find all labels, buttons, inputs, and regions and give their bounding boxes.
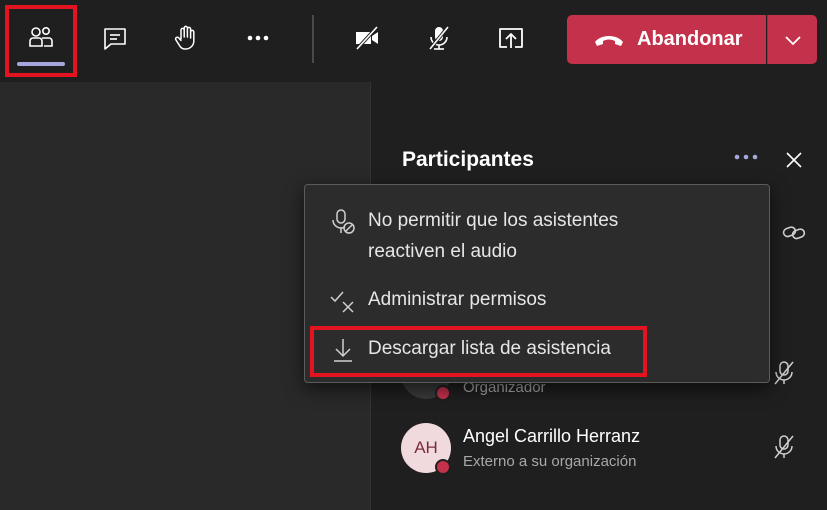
participant-row[interactable]: AH Angel Carrillo Herranz Externo a su o… xyxy=(401,418,821,478)
mic-off-icon xyxy=(428,25,450,51)
menu-item-label: No permitir que los asistentes reactiven… xyxy=(368,205,618,267)
raise-hand-button[interactable] xyxy=(162,12,210,64)
mic-toggle-button[interactable] xyxy=(415,12,463,64)
permissions-icon xyxy=(329,287,357,315)
participant-mic-status xyxy=(769,358,799,388)
chevron-down-icon xyxy=(784,35,801,45)
share-screen-icon xyxy=(499,28,523,48)
menu-item-prevent-unmute[interactable]: No permitir que los asistentes reactiven… xyxy=(305,205,769,271)
menu-item-label-line2: reactiven el audio xyxy=(368,241,517,262)
panel-title: Participantes xyxy=(402,148,534,171)
chat-icon xyxy=(104,28,126,50)
camera-off-icon xyxy=(355,25,379,51)
share-screen-button[interactable] xyxy=(487,12,535,64)
menu-item-label: Administrar permisos xyxy=(368,289,547,310)
more-icon xyxy=(247,35,269,41)
participants-options-menu: No permitir que los asistentes reactiven… xyxy=(304,184,770,383)
teams-meeting-window: Abandonar Participantes Organizador AH A… xyxy=(0,0,827,510)
share-invite-link-button[interactable] xyxy=(779,218,809,248)
leave-options-dropdown[interactable] xyxy=(767,15,817,64)
close-icon xyxy=(786,152,802,168)
participant-name: Angel Carrillo Herranz xyxy=(463,426,641,446)
annotation-highlight-participants xyxy=(5,5,77,77)
mic-off-icon xyxy=(774,361,794,385)
participant-mic-status xyxy=(769,432,799,462)
mic-block-icon xyxy=(329,208,357,236)
panel-more-options-button[interactable] xyxy=(727,142,765,172)
leave-button[interactable]: Abandonar xyxy=(567,15,766,64)
meeting-toolbar: Abandonar xyxy=(0,0,827,82)
raise-hand-icon xyxy=(174,25,195,50)
menu-item-manage-permissions[interactable]: Administrar permisos xyxy=(305,284,769,318)
more-icon xyxy=(734,154,758,160)
more-actions-button[interactable] xyxy=(234,12,282,64)
chat-button[interactable] xyxy=(91,12,139,64)
mic-off-icon xyxy=(774,435,794,459)
menu-item-label-line1: No permitir que los asistentes xyxy=(368,210,619,231)
link-icon xyxy=(782,226,806,240)
toolbar-divider xyxy=(312,15,314,63)
presence-badge xyxy=(435,385,451,401)
panel-close-button[interactable] xyxy=(779,145,809,175)
leave-label: Abandonar xyxy=(637,28,743,50)
hang-up-icon xyxy=(595,35,623,46)
annotation-highlight-download xyxy=(310,326,647,377)
participant-role: Externo a su organización xyxy=(463,453,637,470)
camera-toggle-button[interactable] xyxy=(343,12,391,64)
presence-badge xyxy=(435,459,451,475)
